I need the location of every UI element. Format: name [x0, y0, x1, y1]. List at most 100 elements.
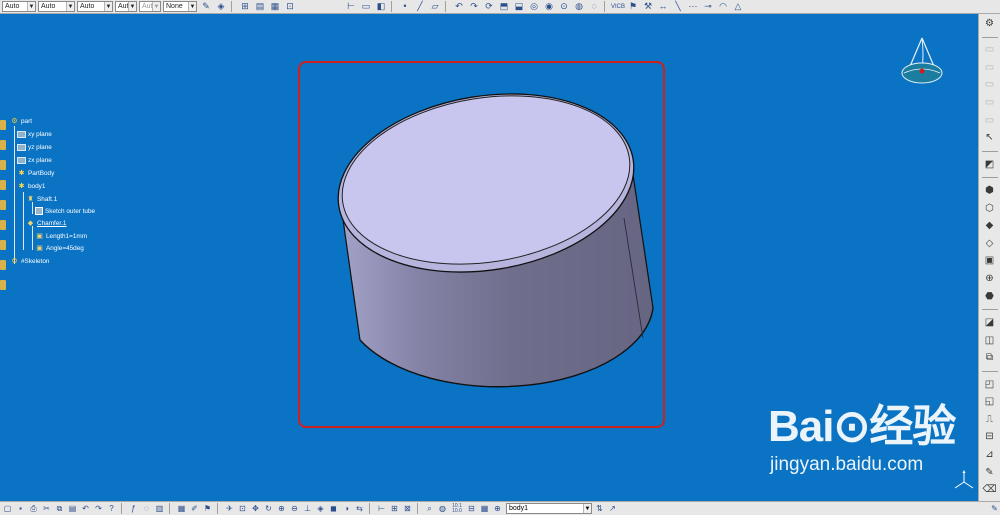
shaft-icon[interactable]: ◎ — [528, 1, 540, 12]
grid-icon[interactable]: ▦ — [479, 503, 490, 514]
cut-icon[interactable]: ✂ — [41, 503, 52, 514]
properties-icon[interactable]: ◈ — [215, 1, 227, 12]
tree-item-part[interactable]: ⚙ part — [10, 116, 32, 126]
reorder-icon[interactable]: ⇅ — [594, 503, 605, 514]
hide-show-icon[interactable]: ◑ — [341, 503, 352, 514]
tree-item-shaft[interactable]: ♜ Shaft.1 — [26, 194, 57, 204]
tree-item-yz-plane[interactable]: yz plane — [17, 142, 52, 152]
tree-item-angle[interactable]: ▣ Angle=45deg — [35, 243, 84, 253]
fly-mode-icon[interactable]: ✈ — [224, 503, 235, 514]
grid-icon[interactable]: ▦ — [269, 1, 281, 12]
zoom-out-icon[interactable]: ⊖ — [289, 503, 300, 514]
rotate-icon[interactable]: ↻ — [263, 503, 274, 514]
normal-view-icon[interactable]: ⊥ — [302, 503, 313, 514]
pencil-icon[interactable]: ✎ — [983, 466, 997, 479]
undo-icon[interactable]: ↶ — [80, 503, 91, 514]
undo-icon[interactable]: ↶ — [453, 1, 465, 12]
eraser-icon[interactable]: ⌫ — [982, 483, 996, 496]
dotted-line-icon[interactable]: ⋯ — [687, 1, 699, 12]
knowledge-icon[interactable]: ✐ — [189, 503, 200, 514]
cylinder-solid[interactable] — [320, 70, 660, 430]
vb-editor-icon[interactable]: VICB — [611, 1, 625, 12]
pan-icon[interactable]: ✥ — [250, 503, 261, 514]
tree-item-body1[interactable]: ✱ body1 — [17, 181, 46, 191]
swap-space-icon[interactable]: ⇆ — [354, 503, 365, 514]
macro-icon[interactable]: ⚑ — [627, 1, 639, 12]
current-body-select[interactable]: body1 ▼ — [506, 503, 592, 514]
paste-icon[interactable]: ▤ — [67, 503, 78, 514]
pad-icon[interactable]: ⬢ — [983, 184, 997, 197]
scan-icon[interactable]: ▭ — [360, 1, 372, 12]
tool-icon[interactable] — [0, 220, 6, 230]
compass-icon[interactable] — [898, 35, 946, 91]
groove-icon[interactable]: ◉ — [543, 1, 555, 12]
annotation-icon[interactable]: ⎍ — [983, 413, 997, 426]
table-icon[interactable]: ▦ — [176, 503, 187, 514]
draft-icon[interactable]: ◇ — [983, 237, 997, 250]
tree-item-partbody[interactable]: ✱ PartBody — [17, 168, 55, 178]
snap-icon[interactable]: ⊞ — [239, 1, 251, 12]
sketcher-icon[interactable]: ◩ — [983, 158, 997, 171]
thicken-icon[interactable]: ⧉ — [983, 351, 997, 364]
options-icon[interactable]: ⚙ — [983, 17, 997, 30]
dimension-icon[interactable]: ⊟ — [983, 431, 997, 444]
analysis-icon[interactable]: ⊠ — [402, 503, 413, 514]
diagonal-line-icon[interactable]: ╲ — [672, 1, 684, 12]
pad-icon[interactable]: ⬒ — [498, 1, 510, 12]
tree-item-sketch[interactable]: Sketch outer tube — [35, 206, 95, 216]
fit-all-icon[interactable]: ⊡ — [237, 503, 248, 514]
tool-icon[interactable] — [0, 120, 6, 130]
measure-icon[interactable]: ↔ — [657, 1, 669, 12]
ruler-icon[interactable]: ⊟ — [466, 503, 477, 514]
arc-icon[interactable]: ◠ — [717, 1, 729, 12]
insert-body-icon[interactable]: ◧ — [375, 1, 387, 12]
comment-icon[interactable]: ◌ — [141, 503, 152, 514]
tools-icon[interactable]: ⚒ — [642, 1, 654, 12]
rib-icon[interactable]: ◍ — [573, 1, 585, 12]
tree-item-chamfer[interactable]: ◆ Chamfer.1 — [26, 218, 67, 228]
macro-icon[interactable]: ⚑ — [202, 503, 213, 514]
analysis-icon[interactable]: ◰ — [983, 378, 997, 391]
slot-icon[interactable]: ◌ — [588, 1, 600, 12]
tree-item-zx-plane[interactable]: zx plane — [17, 155, 52, 165]
snap-icon[interactable]: ⊕ — [492, 503, 503, 514]
ruler-icon[interactable]: ⊿ — [983, 448, 997, 461]
apply-material-icon[interactable]: ◍ — [437, 503, 448, 514]
tool-icon[interactable] — [0, 260, 6, 270]
search-icon[interactable]: ⌕ — [424, 503, 435, 514]
layer-combo[interactable]: None ▼ — [163, 1, 197, 12]
hole-icon[interactable]: ⊙ — [558, 1, 570, 12]
pen-icon[interactable]: ✎ — [989, 503, 1000, 514]
fit-all-icon[interactable]: ⊡ — [284, 1, 296, 12]
tool-icon[interactable] — [0, 240, 6, 250]
formula-icon[interactable]: ƒ — [128, 503, 139, 514]
redo-icon[interactable]: ↷ — [468, 1, 480, 12]
save-icon[interactable]: ▪ — [15, 503, 26, 514]
line-type-combo[interactable]: Aut ▼ — [115, 1, 137, 12]
copy-icon[interactable]: ⧉ — [54, 503, 65, 514]
select-arrow-icon[interactable]: ↖ — [983, 131, 997, 144]
boolean-icon[interactable]: ⬣ — [983, 290, 997, 303]
section-icon[interactable]: ◱ — [983, 396, 997, 409]
fillet-icon[interactable]: ◆ — [983, 220, 997, 233]
new-icon[interactable]: ▢ — [2, 503, 13, 514]
update-icon[interactable]: ⟳ — [483, 1, 495, 12]
publish-icon[interactable]: ⊢ — [345, 1, 357, 12]
shading-icon[interactable]: ◼ — [328, 503, 339, 514]
shell-icon[interactable]: ▣ — [983, 255, 997, 268]
set-in-work-icon[interactable]: ↗ — [607, 503, 618, 514]
pocket-icon[interactable]: ⬓ — [513, 1, 525, 12]
point-type-combo[interactable]: Aut ▼ — [139, 1, 161, 12]
point-icon[interactable]: • — [399, 1, 411, 12]
surface-icon[interactable]: ◫ — [983, 334, 997, 347]
split-icon[interactable]: ◪ — [983, 316, 997, 329]
tool-icon[interactable] — [0, 160, 6, 170]
line-icon[interactable]: ╱ — [414, 1, 426, 12]
redo-icon[interactable]: ↷ — [93, 503, 104, 514]
tree-item-xy-plane[interactable]: xy plane — [17, 129, 52, 139]
painter-icon[interactable]: ✎ — [200, 1, 212, 12]
tool-icon[interactable] — [0, 180, 6, 190]
iso-view-icon[interactable]: ◈ — [315, 503, 326, 514]
tool-icon[interactable] — [0, 200, 6, 210]
catalog-icon[interactable]: ▥ — [154, 503, 165, 514]
